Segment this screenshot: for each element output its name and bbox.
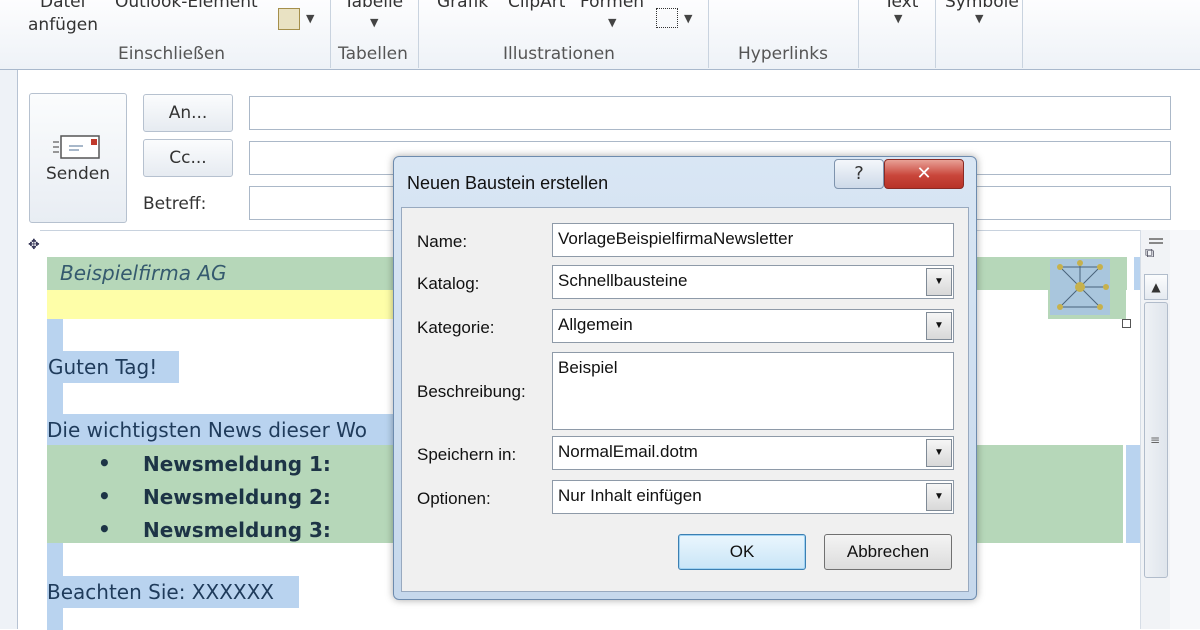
group-separator: [330, 0, 331, 68]
ok-button[interactable]: OK: [678, 534, 806, 570]
news-item: Newsmeldung 2:: [143, 485, 331, 509]
ribbon-grafik-label[interactable]: Grafik: [437, 0, 488, 12]
table-resize-handle[interactable]: [1122, 319, 1131, 328]
grip-icon: ≡: [1150, 433, 1161, 447]
table-move-handle-icon[interactable]: ✥: [28, 237, 40, 253]
greeting-text: Guten Tag!: [48, 355, 158, 379]
ribbon-text-label[interactable]: Text: [884, 0, 918, 12]
ribbon: Datei anfügen Outlook-Element ▼ Einschli…: [0, 0, 1200, 70]
dropdown-arrow-icon[interactable]: ▼: [306, 12, 314, 25]
options-value: Nur Inhalt einfügen: [558, 486, 702, 505]
cancel-button[interactable]: Abbrechen: [824, 534, 952, 570]
bullet-icon: •: [98, 517, 111, 541]
chevron-down-icon[interactable]: ▼: [926, 483, 952, 511]
ribbon-tabelle-label[interactable]: Tabelle: [344, 0, 403, 12]
catalog-label: Katalog:: [417, 274, 480, 293]
category-label: Kategorie:: [417, 318, 495, 337]
dropdown-arrow-icon[interactable]: ▼: [608, 16, 616, 29]
save-in-label: Speichern in:: [417, 445, 517, 464]
signature-icon[interactable]: [278, 8, 300, 30]
description-label: Beschreibung:: [417, 382, 526, 401]
dialog-title: Neuen Baustein erstellen: [407, 173, 609, 193]
send-button[interactable]: Senden: [29, 93, 127, 223]
group-hyperlinks: Hyperlinks: [738, 44, 829, 64]
name-input[interactable]: VorlageBeispielfirmaNewsletter: [552, 223, 954, 257]
chevron-down-icon[interactable]: ▼: [926, 312, 952, 340]
group-separator: [418, 0, 419, 68]
scroll-thumb[interactable]: ≡: [1144, 302, 1168, 578]
news-heading-text: Die wichtigsten News dieser Wo: [47, 418, 367, 442]
dropdown-arrow-icon[interactable]: ▼: [684, 12, 692, 25]
help-button[interactable]: ?: [834, 159, 884, 189]
window-right-edge: [1170, 230, 1200, 629]
scroll-up-button[interactable]: ▲: [1144, 274, 1168, 300]
dialog-content: Name: VorlageBeispielfirmaNewsletter Kat…: [401, 207, 969, 592]
save-in-select[interactable]: NormalEmail.dotm ▼: [552, 436, 954, 470]
dropdown-arrow-icon[interactable]: ▼: [975, 12, 983, 25]
catalog-value: Schnellbausteine: [558, 271, 688, 290]
dropdown-arrow-icon[interactable]: ▼: [894, 12, 902, 25]
to-button[interactable]: An...: [143, 94, 233, 132]
group-tabellen: Tabellen: [338, 44, 408, 64]
yellow-row: [47, 290, 397, 319]
vertical-scrollbar[interactable]: ⧉ ▲ ≡: [1140, 230, 1170, 629]
news-item: Newsmeldung 1:: [143, 452, 331, 476]
group-separator: [858, 0, 859, 68]
subject-label: Betreff:: [143, 194, 207, 214]
bullet-icon: •: [98, 484, 111, 508]
close-button[interactable]: ✕: [884, 159, 964, 189]
note-text: Beachten Sie: XXXXXX: [47, 580, 274, 604]
bullet-icon: •: [98, 451, 111, 475]
news-item: Newsmeldung 3:: [143, 518, 331, 542]
to-field[interactable]: [249, 96, 1171, 130]
ribbon-datei-label[interactable]: Datei: [40, 0, 85, 12]
group-separator: [935, 0, 936, 68]
chevron-down-icon[interactable]: ▼: [926, 268, 952, 296]
ruler-toggle-icon[interactable]: ⧉: [1145, 246, 1167, 264]
description-textarea[interactable]: Beispiel: [552, 352, 954, 430]
create-building-block-dialog: Neuen Baustein erstellen ? ✕ Name: Vorla…: [393, 156, 977, 600]
ribbon-attach-label[interactable]: anfügen: [28, 15, 98, 35]
ribbon-clipart-label[interactable]: ClipArt: [508, 0, 565, 12]
group-einschliessen: Einschließen: [118, 44, 226, 64]
save-in-value: NormalEmail.dotm: [558, 442, 698, 461]
smartart-icon[interactable]: [656, 8, 678, 28]
category-value: Allgemein: [558, 315, 633, 334]
company-name: Beispielfirma AG: [60, 261, 227, 285]
ribbon-symbole-label[interactable]: Symbole: [945, 0, 1019, 12]
window-left-edge: [0, 0, 18, 629]
options-select[interactable]: Nur Inhalt einfügen ▼: [552, 480, 954, 514]
send-mail-icon: [53, 135, 100, 159]
category-select[interactable]: Allgemein ▼: [552, 309, 954, 343]
ribbon-formen-label[interactable]: Formen: [580, 0, 644, 12]
dropdown-arrow-icon[interactable]: ▼: [370, 16, 378, 29]
send-button-label: Senden: [45, 164, 111, 184]
cc-button[interactable]: Cc...: [143, 139, 233, 177]
group-separator: [1022, 0, 1023, 68]
name-label: Name:: [417, 232, 468, 251]
chevron-down-icon[interactable]: ▼: [926, 439, 952, 467]
network-logo-icon: [1050, 259, 1110, 315]
group-separator: [708, 0, 709, 68]
group-illustrationen: Illustrationen: [503, 44, 615, 64]
ribbon-outlook-element-label[interactable]: Outlook-Element: [115, 0, 258, 12]
options-label: Optionen:: [417, 489, 491, 508]
catalog-select[interactable]: Schnellbausteine ▼: [552, 265, 954, 299]
split-handle-icon[interactable]: [1149, 238, 1163, 244]
